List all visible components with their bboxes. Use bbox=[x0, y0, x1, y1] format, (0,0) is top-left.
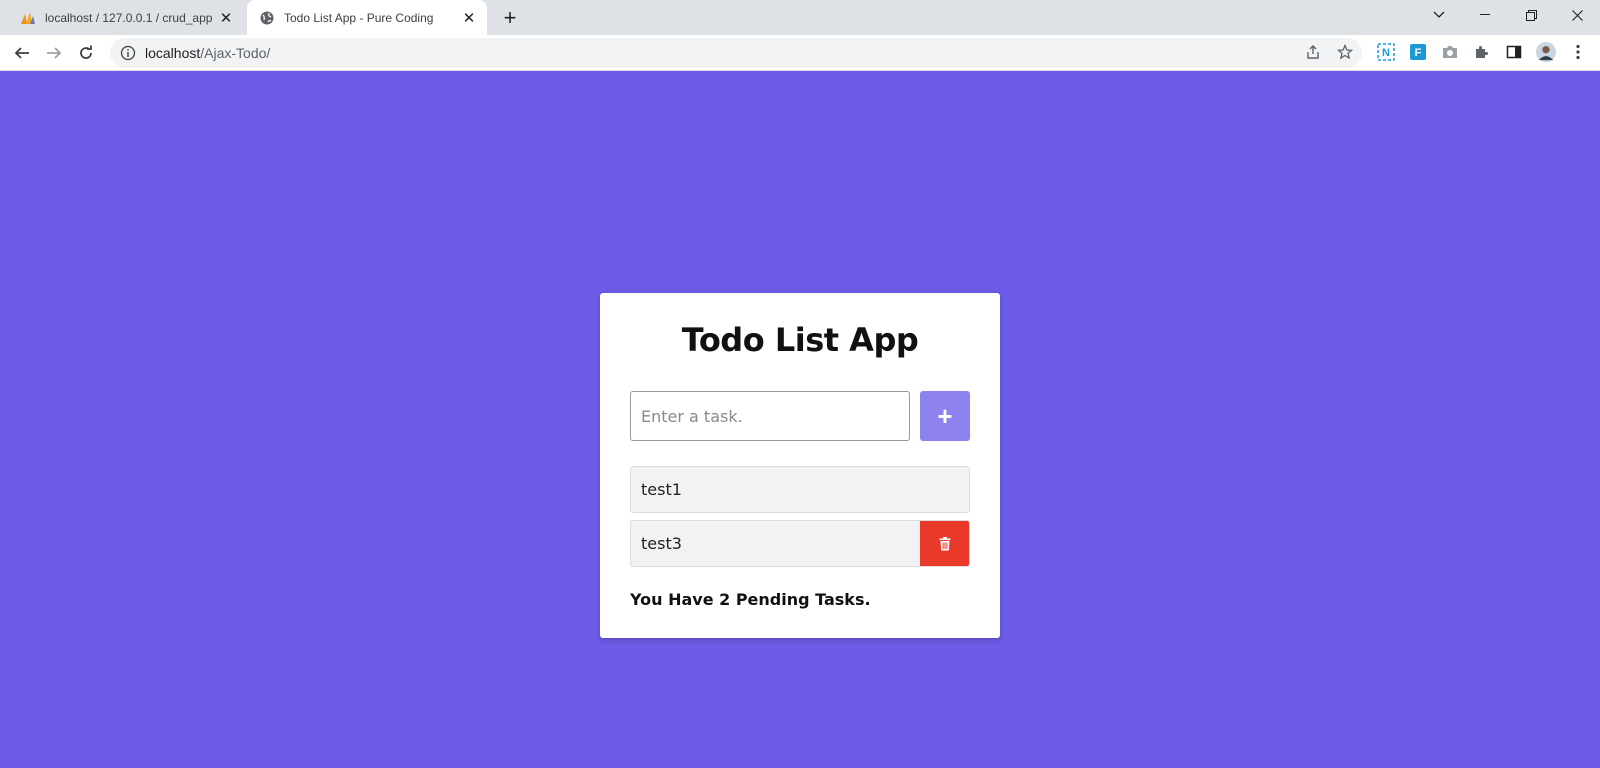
minimize-icon[interactable] bbox=[1462, 0, 1508, 30]
reload-icon[interactable] bbox=[72, 39, 100, 67]
n-extension-icon[interactable]: N bbox=[1376, 42, 1396, 62]
url-host: localhost bbox=[145, 45, 201, 61]
tab-title: Todo List App - Pure Coding bbox=[284, 10, 434, 25]
plus-icon: + bbox=[937, 400, 953, 431]
camera-icon[interactable] bbox=[1440, 42, 1460, 62]
restore-icon[interactable] bbox=[1508, 0, 1554, 30]
tab-search-icon[interactable] bbox=[1416, 0, 1462, 30]
extensions-puzzle-icon[interactable] bbox=[1472, 42, 1492, 62]
task-input[interactable] bbox=[630, 391, 910, 441]
list-item[interactable]: test1 bbox=[630, 466, 970, 513]
list-item[interactable]: test3 bbox=[630, 520, 970, 567]
forward-arrow-icon[interactable] bbox=[40, 39, 68, 67]
add-task-button[interactable]: + bbox=[920, 391, 970, 441]
f-extension-icon[interactable]: F bbox=[1408, 42, 1428, 62]
tab-phpmyadmin[interactable]: localhost / 127.0.0.1 / crud_app | ✕ bbox=[8, 0, 244, 35]
menu-kebab-icon[interactable] bbox=[1568, 42, 1588, 62]
avatar[interactable] bbox=[1536, 42, 1556, 62]
close-tab-icon[interactable]: ✕ bbox=[459, 8, 479, 28]
url-text: localhost/Ajax-Todo/ bbox=[145, 45, 270, 61]
back-arrow-icon[interactable] bbox=[8, 39, 36, 67]
tab-todo-app[interactable]: Todo List App - Pure Coding ✕ bbox=[247, 0, 487, 35]
close-window-icon[interactable] bbox=[1554, 0, 1600, 30]
share-icon[interactable] bbox=[1302, 41, 1324, 63]
svg-text:N: N bbox=[1382, 47, 1390, 59]
todo-text: test3 bbox=[641, 534, 682, 553]
svg-text:F: F bbox=[1415, 47, 1422, 59]
url-path: /Ajax-Todo/ bbox=[200, 45, 271, 61]
pending-count-text: You Have 2 Pending Tasks. bbox=[630, 590, 871, 609]
new-tab-button[interactable]: + bbox=[498, 5, 522, 30]
todo-card: Todo List App + test1 test3 You Have 2 P… bbox=[600, 293, 1000, 638]
todo-text: test1 bbox=[641, 480, 682, 499]
site-info-icon[interactable] bbox=[120, 45, 136, 61]
browser-toolbar: localhost/Ajax-Todo/ N F bbox=[0, 35, 1600, 71]
trash-icon bbox=[939, 536, 951, 550]
delete-task-button[interactable] bbox=[920, 521, 969, 566]
page-title: Todo List App bbox=[681, 321, 919, 359]
bookmark-star-icon[interactable] bbox=[1334, 41, 1356, 63]
side-panel-icon[interactable] bbox=[1504, 42, 1524, 62]
close-tab-icon[interactable]: ✕ bbox=[216, 8, 236, 28]
tab-title: localhost / 127.0.0.1 / crud_app | bbox=[45, 10, 216, 25]
address-bar[interactable]: localhost/Ajax-Todo/ bbox=[110, 38, 1362, 68]
tab-strip: localhost / 127.0.0.1 / crud_app | ✕ Tod… bbox=[0, 0, 1600, 35]
globe-icon bbox=[259, 10, 275, 26]
phpmyadmin-icon bbox=[20, 10, 36, 26]
